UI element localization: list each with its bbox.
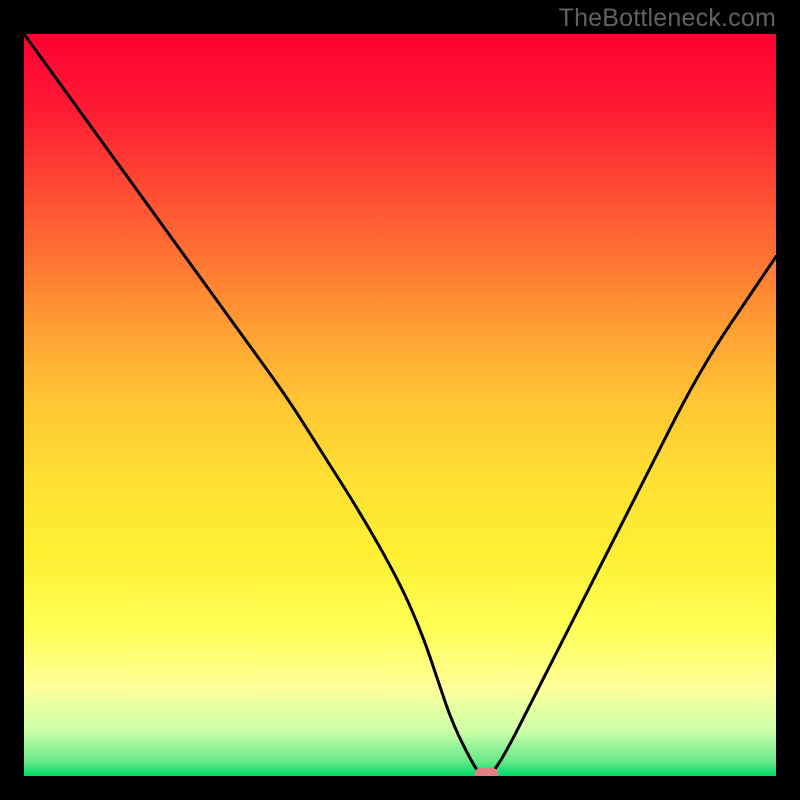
chart-outer-frame: TheBottleneck.com — [0, 0, 800, 800]
plot-area — [24, 34, 776, 776]
bottleneck-chart-svg — [24, 34, 776, 776]
watermark-text: TheBottleneck.com — [559, 4, 776, 33]
optimal-point-marker — [474, 768, 498, 776]
gradient-background — [24, 34, 776, 776]
